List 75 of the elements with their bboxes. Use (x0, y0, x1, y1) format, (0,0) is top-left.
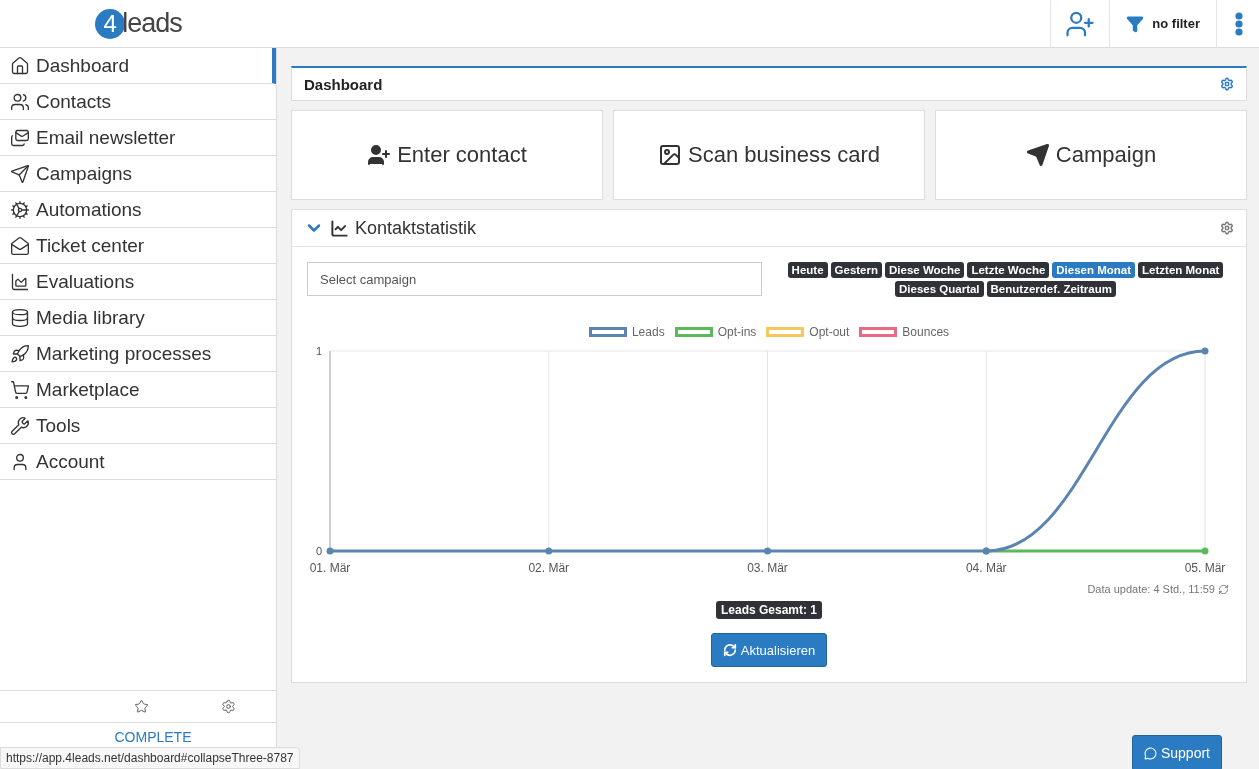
y-tick-label: 1 (315, 345, 322, 357)
data-point (1201, 547, 1209, 555)
nav-item[interactable]: Evaluations (0, 264, 276, 300)
data-point (764, 547, 771, 555)
logo[interactable]: 4 leads (95, 8, 182, 39)
legend-label[interactable]: Leads (631, 325, 665, 339)
x-tick-label: 01. Mär (309, 561, 351, 575)
nav-item[interactable]: Marketing processes (0, 336, 276, 372)
nav-item[interactable]: Campaigns (0, 156, 276, 192)
nav-item[interactable]: Contacts (0, 84, 276, 120)
refresh-icon[interactable] (1218, 583, 1229, 595)
nav-item[interactable]: Ticket center (0, 228, 276, 264)
total-tag: Leads Gesamt: 1 (715, 601, 822, 619)
nav-item[interactable]: Account (0, 444, 276, 480)
legend-swatch[interactable] (674, 327, 713, 337)
image-icon (658, 143, 682, 167)
mails-icon (10, 127, 30, 148)
settings-icon[interactable] (221, 699, 236, 714)
data-point (326, 547, 334, 555)
date-range-tag[interactable]: Dieses Quartal (895, 281, 984, 297)
campaign-select[interactable]: Select campaign (307, 262, 762, 296)
nav-item[interactable]: Dashboard (0, 48, 276, 84)
x-tick-label: 03. Mär (747, 561, 788, 575)
panel-title: Dashboard (304, 75, 383, 93)
users-icon (10, 91, 30, 112)
date-range-tag[interactable]: Letzten Monat (1138, 262, 1224, 278)
nav-item[interactable]: Tools (0, 408, 276, 444)
legend-label[interactable]: Opt-out (809, 325, 850, 339)
date-range-tag[interactable]: Heute (787, 262, 828, 278)
user-plus-icon (367, 143, 392, 167)
data-update-text: Data update: 4 Std., 11:59 (1087, 583, 1215, 595)
line-chart-icon (330, 218, 349, 238)
home-icon (10, 55, 30, 76)
action-button[interactable]: Campaign (935, 110, 1247, 200)
settings-icon[interactable] (1220, 221, 1234, 235)
data-point (545, 547, 553, 555)
x-tick-label: 04. Mär (965, 561, 1007, 575)
legend-swatch[interactable] (588, 327, 627, 337)
more-icon (1235, 11, 1243, 36)
refresh-button[interactable]: Aktualisieren (710, 633, 828, 667)
legend-swatch[interactable] (766, 327, 805, 337)
paper-plane-icon (10, 163, 30, 184)
nav-item[interactable]: Email newsletter (0, 120, 276, 156)
status-url-tooltip: https://app.4leads.net/dashboard#collapseThree-8787 (0, 747, 300, 769)
date-range-tag[interactable]: Letzte Woche (967, 262, 1050, 278)
database-icon (10, 307, 30, 328)
refresh-icon (722, 643, 737, 657)
y-tick-label: 0 (315, 545, 322, 557)
chat-icon (1143, 746, 1157, 760)
area-chart-icon (10, 271, 30, 292)
nav-item[interactable]: Media library (0, 300, 276, 336)
tools-icon (10, 415, 30, 436)
date-range-tag[interactable]: Benutzerdef. Zeitraum (986, 281, 1116, 297)
nav-item[interactable]: Automations (0, 192, 276, 228)
data-point (1201, 347, 1209, 355)
filter-icon (1126, 14, 1145, 33)
star-icon[interactable] (134, 699, 149, 714)
settings-icon[interactable] (1220, 77, 1234, 91)
date-range-tag[interactable]: Gestern (830, 262, 882, 278)
x-tick-label: 02. Mär (528, 561, 570, 575)
date-range-tag[interactable]: Diese Woche (885, 262, 965, 278)
panel-title: Kontaktstatistik (355, 217, 477, 239)
rocket-icon (10, 343, 30, 364)
legend-label[interactable]: Bounces (902, 325, 950, 339)
legend-label[interactable]: Opt-ins (717, 325, 757, 339)
x-tick-label: 05. Mär (1184, 561, 1226, 575)
date-range-tag[interactable]: Diesen Monat (1052, 262, 1136, 278)
cart-icon (10, 379, 30, 400)
legend-swatch[interactable] (859, 327, 898, 337)
open-envelope-icon (10, 235, 30, 256)
paper-plane-icon (1025, 143, 1050, 167)
action-button[interactable]: Enter contact (291, 110, 603, 200)
support-button[interactable]: Support (1131, 735, 1222, 769)
nav-item[interactable]: Marketplace (0, 372, 276, 408)
action-button[interactable]: Scan business card (613, 110, 925, 200)
